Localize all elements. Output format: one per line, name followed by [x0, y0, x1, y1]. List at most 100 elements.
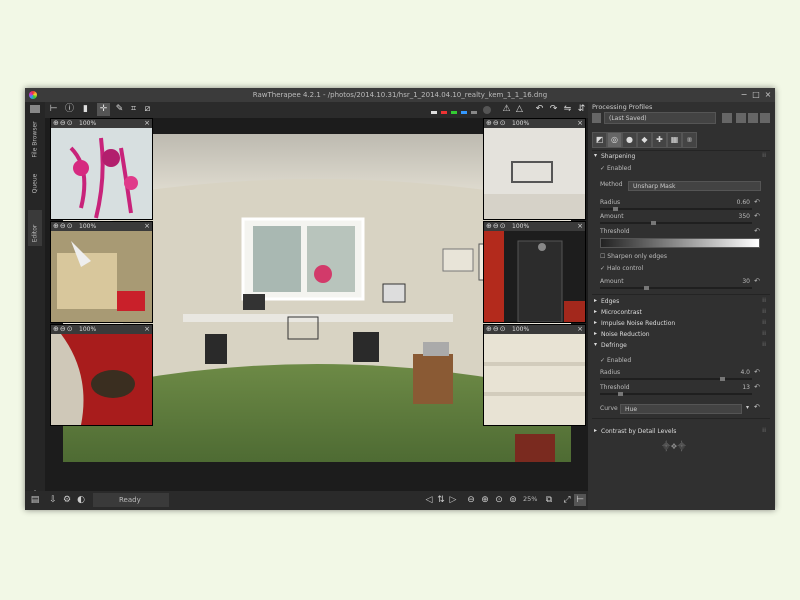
- detail-window-bar: ⊕⊖⊙ 100% ×: [51, 119, 152, 128]
- section-noise-reduction[interactable]: ▸ Noise Reduction ⁞⁞: [594, 330, 766, 340]
- hand-icon[interactable]: ⊢: [47, 103, 60, 116]
- detail-window-1[interactable]: ⊕⊖⊙ 100% ×: [50, 118, 153, 220]
- defringe-radius-slider[interactable]: [600, 377, 752, 381]
- minimize-icon[interactable]: −: [739, 90, 749, 100]
- detail-window-2[interactable]: ⊕⊖⊙ 100% ×: [50, 221, 153, 323]
- reset-icon[interactable]: ↶: [754, 212, 760, 220]
- reset-icon[interactable]: ↶: [754, 198, 760, 206]
- zoom-out-icon[interactable]: ⊖: [465, 494, 477, 506]
- detail-crop-image: [51, 231, 152, 322]
- profile-list-icon[interactable]: [592, 113, 601, 123]
- preview-canvas[interactable]: ⊕⊖⊙ 100% × ⊕⊖⊙ 100% × ⊕⊖⊙ 100% × ⊕⊖⊙ 100…: [45, 118, 588, 491]
- raw-tab-icon[interactable]: ▦: [667, 132, 682, 148]
- sharpen-only-edges-checkbox[interactable]: ☐ Sharpen only edges: [600, 252, 760, 262]
- close-icon[interactable]: ×: [577, 222, 583, 230]
- fullscreen-icon[interactable]: ⤢: [561, 494, 573, 506]
- reset-icon[interactable]: ↶: [754, 403, 760, 411]
- zoom-icons[interactable]: ⊕⊖⊙: [53, 119, 74, 127]
- zoom-fit-icon[interactable]: ⊙: [493, 494, 505, 506]
- maximize-icon[interactable]: □: [751, 90, 761, 100]
- defringe-enabled-checkbox[interactable]: ✓ Enabled: [600, 356, 760, 366]
- tab-file-browser[interactable]: File Browser: [28, 116, 42, 158]
- color-tab-icon[interactable]: ●: [622, 132, 637, 148]
- dropdown-arrow-icon[interactable]: ▾: [746, 404, 749, 411]
- new-detail-window-icon[interactable]: ⧉: [543, 494, 555, 506]
- history-icon[interactable]: ▤: [29, 494, 41, 506]
- zoom-icons[interactable]: ⊕⊖⊙: [486, 222, 507, 230]
- before-after-icon[interactable]: ▮: [79, 103, 92, 116]
- ornament-icon: ⸎❖⸎: [662, 442, 686, 451]
- close-icon[interactable]: ×: [144, 325, 150, 333]
- reset-icon[interactable]: ↶: [754, 227, 760, 235]
- folder-icon[interactable]: [30, 105, 40, 113]
- flip-v-icon[interactable]: ⇵: [575, 103, 588, 116]
- reset-icon[interactable]: ↶: [754, 383, 760, 391]
- wavelet-tab-icon[interactable]: ◆: [637, 132, 652, 148]
- zoom-icons[interactable]: ⊕⊖⊙: [486, 119, 507, 127]
- metadata-tab-icon[interactable]: ▥: [682, 132, 697, 148]
- section-impulse-noise-reduction[interactable]: ▸ Impulse Noise Reduction ⁞⁞: [594, 319, 766, 329]
- section-contrast-by-detail-levels[interactable]: ▸ Contrast by Detail Levels ⁞⁞: [594, 427, 766, 437]
- warning-icon[interactable]: ⚠: [500, 103, 513, 116]
- close-icon[interactable]: ×: [577, 325, 583, 333]
- sharpening-enabled-checkbox[interactable]: ✓ Enabled: [600, 164, 760, 174]
- sharpening-amount-slider[interactable]: [600, 221, 752, 225]
- close-icon[interactable]: ×: [144, 222, 150, 230]
- tab-queue[interactable]: Queue: [28, 160, 42, 202]
- editor-icon[interactable]: ◐: [75, 494, 87, 506]
- flip-h-icon[interactable]: ⇋: [561, 103, 574, 116]
- defringe-curve-select[interactable]: Hue: [620, 404, 742, 414]
- halo-control-checkbox[interactable]: ✓ Halo control: [600, 264, 760, 274]
- copy-icon[interactable]: [748, 113, 758, 123]
- transform-tab-icon[interactable]: ✚: [652, 132, 667, 148]
- warning-outline-icon[interactable]: △: [513, 103, 526, 116]
- rotate-left-icon[interactable]: ↶: [533, 103, 546, 116]
- profile-select[interactable]: (Last Saved): [604, 112, 716, 124]
- profile-row: (Last Saved): [592, 112, 772, 126]
- exposure-tab-icon[interactable]: ◩: [592, 132, 607, 148]
- detail-window-3[interactable]: ⊕⊖⊙ 100% ×: [50, 324, 153, 426]
- straighten-icon[interactable]: ⧄: [141, 103, 154, 116]
- settings-icon[interactable]: ⚙: [61, 494, 73, 506]
- color-picker-icon[interactable]: ✎: [113, 103, 126, 116]
- detail-window-6[interactable]: ⊕⊖⊙ 100% ×: [483, 324, 586, 426]
- reset-icon[interactable]: ↶: [754, 368, 760, 376]
- section-defringe[interactable]: ▾ Defringe ⁞⁞: [594, 341, 766, 351]
- detail-window-5[interactable]: ⊕⊖⊙ 100% ×: [483, 221, 586, 323]
- sharpening-radius-slider[interactable]: [600, 207, 752, 211]
- channel-selectors[interactable]: [425, 105, 495, 115]
- open-folder-icon[interactable]: [722, 113, 732, 123]
- section-sharpening[interactable]: ▾ Sharpening ⁞⁞: [594, 152, 766, 162]
- sync-icon[interactable]: ⇅: [435, 494, 447, 506]
- close-icon[interactable]: ×: [144, 119, 150, 127]
- defringe-threshold-slider[interactable]: [600, 392, 752, 396]
- close-icon[interactable]: ×: [577, 119, 583, 127]
- save-profile-icon[interactable]: [736, 113, 746, 123]
- toggle-right-panel-icon[interactable]: ⊢: [574, 494, 586, 506]
- info-icon[interactable]: ⓘ: [63, 103, 76, 116]
- section-microcontrast[interactable]: ▸ Microcontrast ⁞⁞: [594, 308, 766, 318]
- reset-icon[interactable]: ↶: [754, 277, 760, 285]
- zoom-icons[interactable]: ⊕⊖⊙: [53, 325, 74, 333]
- close-icon[interactable]: ×: [763, 90, 773, 100]
- crosshair-icon[interactable]: ✛: [97, 103, 110, 116]
- window-title: RawTherapee 4.2.1 - /photos/2014.10.31/h…: [252, 91, 548, 99]
- save-icon[interactable]: ⇩: [47, 494, 59, 506]
- tab-editor[interactable]: Editor: [28, 210, 42, 246]
- zoom-100-icon[interactable]: ⊚: [507, 494, 519, 506]
- zoom-icons[interactable]: ⊕⊖⊙: [486, 325, 507, 333]
- zoom-in-icon[interactable]: ⊕: [479, 494, 491, 506]
- sharpening-method-select[interactable]: Unsharp Mask: [628, 181, 761, 191]
- rotate-right-icon[interactable]: ↷: [547, 103, 560, 116]
- detail-zoom-level: 100%: [512, 326, 530, 333]
- prev-image-icon[interactable]: ◁: [423, 494, 435, 506]
- detail-tab-icon[interactable]: ◎: [607, 132, 622, 148]
- paste-icon[interactable]: [760, 113, 770, 123]
- section-edges[interactable]: ▸ Edges ⁞⁞: [594, 297, 766, 307]
- threshold-selector[interactable]: [600, 238, 760, 248]
- detail-window-4[interactable]: ⊕⊖⊙ 100% ×: [483, 118, 586, 220]
- halo-amount-slider[interactable]: [600, 286, 752, 290]
- next-image-icon[interactable]: ▷: [447, 494, 459, 506]
- zoom-icons[interactable]: ⊕⊖⊙: [53, 222, 74, 230]
- crop-icon[interactable]: ⌗: [127, 103, 140, 116]
